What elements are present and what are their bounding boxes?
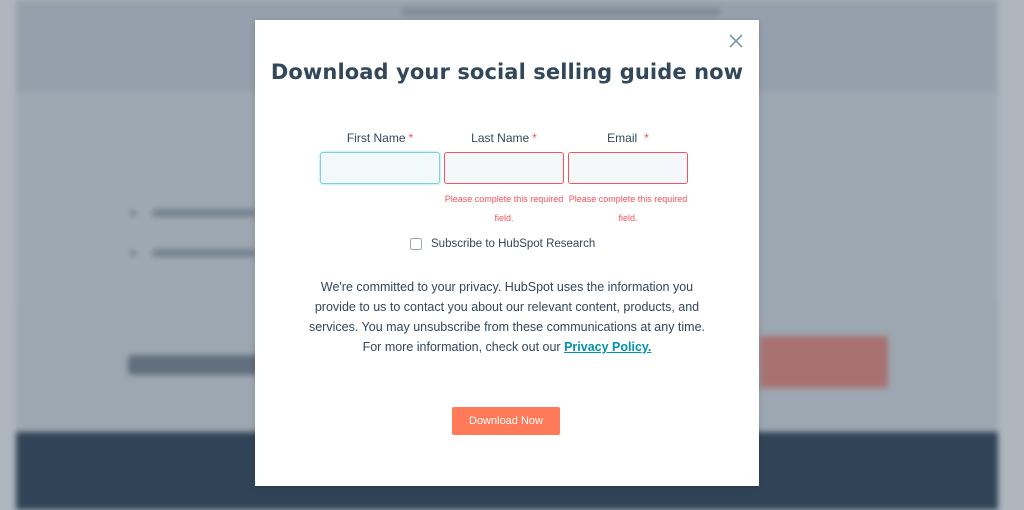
subscribe-label: Subscribe to HubSpot Research	[431, 238, 596, 250]
last-name-label: Last Name *	[444, 130, 564, 146]
email-input[interactable]	[568, 152, 688, 184]
subscribe-checkbox[interactable]	[410, 238, 422, 250]
last-name-error: Please complete this required field.	[444, 194, 564, 223]
required-mark: *	[532, 131, 537, 145]
last-name-label-text: Last Name	[471, 131, 530, 145]
email-label: Email *	[568, 130, 688, 146]
required-mark: *	[408, 131, 414, 145]
close-icon	[729, 34, 743, 48]
first-name-label-text: First Name	[346, 131, 406, 145]
last-name-input[interactable]	[444, 152, 564, 184]
last-name-field-group: Last Name * Please complete this required…	[444, 130, 564, 228]
privacy-policy-link[interactable]: Privacy Policy.	[564, 340, 651, 354]
subscribe-option[interactable]: Subscribe to HubSpot Research	[410, 236, 595, 252]
modal-title: Download your social selling guide now	[270, 60, 744, 84]
download-now-button[interactable]: Download Now	[452, 407, 560, 435]
email-field-group: Email * Please complete this required fie…	[568, 130, 688, 228]
first-name-input[interactable]	[320, 152, 440, 184]
download-modal: Download your social selling guide now F…	[255, 20, 759, 486]
email-label-text: Email	[607, 131, 638, 145]
required-mark: *	[644, 131, 649, 145]
close-button[interactable]	[727, 32, 745, 50]
privacy-notice: We're committed to your privacy. HubSpot…	[307, 277, 707, 357]
email-error: Please complete this required field.	[568, 194, 688, 223]
first-name-label: First Name *	[320, 130, 440, 146]
first-name-field-group: First Name *	[320, 130, 440, 184]
